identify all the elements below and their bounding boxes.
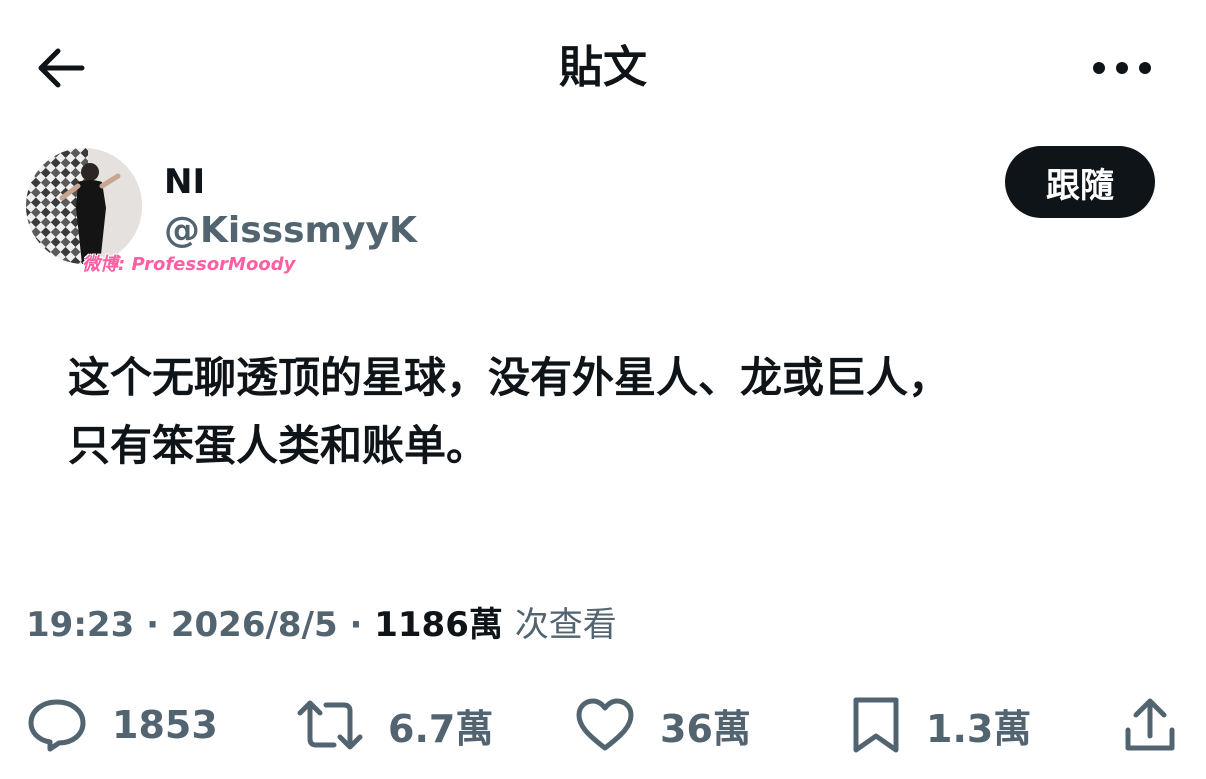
separator-dot: · <box>349 605 375 645</box>
post-meta: 19:23 · 2026/8/5 · 1186萬 次查看 <box>26 602 617 648</box>
like-count: 36萬 <box>660 706 751 751</box>
more-options-button[interactable] <box>1088 36 1156 100</box>
reply-icon <box>28 699 86 752</box>
post-text-line: 这个无聊透顶的星球，没有外星人、龙或巨人， <box>68 353 951 402</box>
more-horizontal-icon <box>1093 62 1151 74</box>
bookmark-icon <box>853 697 899 753</box>
avatar-image <box>26 148 142 264</box>
bookmark-button[interactable]: 1.3萬 <box>850 690 1031 760</box>
reply-count: 1853 <box>112 703 218 747</box>
view-label: 次查看 <box>514 605 617 645</box>
page-title: 貼文 <box>559 42 647 93</box>
repost-icon <box>297 700 363 750</box>
avatar[interactable] <box>26 148 142 264</box>
heart-icon <box>576 698 634 751</box>
post-text-line: 只有笨蛋人类和账单。 <box>68 421 489 470</box>
bookmark-count: 1.3萬 <box>926 706 1032 751</box>
separator-dot: · <box>146 605 171 645</box>
post-date[interactable]: 2026/8/5 <box>171 605 338 645</box>
watermark: 微博: ProfessorMoody <box>82 254 296 275</box>
like-button[interactable]: 36萬 <box>574 690 751 760</box>
view-count: 1186萬 <box>374 605 503 645</box>
post-time[interactable]: 19:23 <box>26 605 134 645</box>
repost-button[interactable]: 6.7萬 <box>296 690 493 760</box>
repost-count: 6.7萬 <box>388 706 494 751</box>
back-button[interactable] <box>28 36 92 100</box>
author-name[interactable]: NI <box>164 160 205 204</box>
follow-button[interactable]: 跟隨 <box>1005 146 1155 218</box>
post-text: 这个无聊透顶的星球，没有外星人、龙或巨人， 只有笨蛋人类和账单。 <box>68 344 1168 480</box>
reply-button[interactable]: 1853 <box>26 690 218 760</box>
share-icon <box>1125 698 1175 751</box>
arrow-left-icon <box>38 48 85 88</box>
author-handle[interactable]: @KisssmyyK <box>164 208 417 254</box>
share-button[interactable] <box>1122 690 1178 760</box>
